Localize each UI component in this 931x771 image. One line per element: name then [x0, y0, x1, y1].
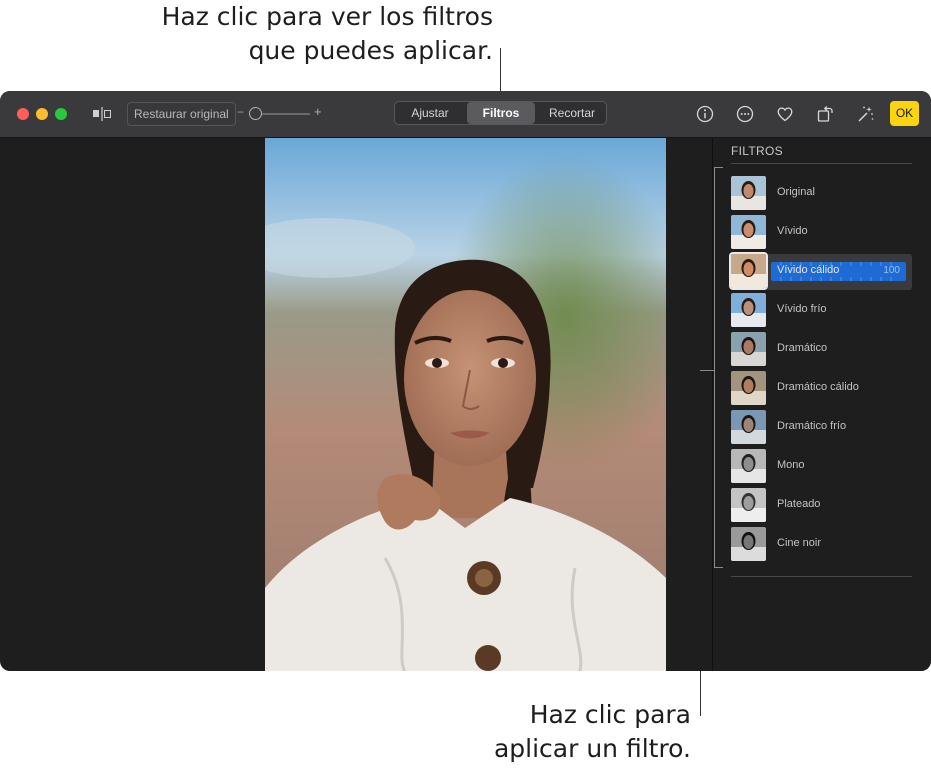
- filter-item-dramatico[interactable]: Dramático: [730, 332, 912, 368]
- photos-edit-window: Restaurar original − + Ajustar Filtros R…: [0, 91, 931, 671]
- heart-icon[interactable]: [775, 104, 795, 124]
- edit-mode-tabs: Ajustar Filtros Recortar: [394, 101, 607, 125]
- filter-thumbnail: [729, 252, 768, 290]
- filter-item-plateado[interactable]: Plateado: [730, 488, 912, 524]
- filter-item-original[interactable]: Original: [730, 176, 912, 212]
- filter-item-vivido-calido[interactable]: Vívido cálido 100: [729, 252, 912, 290]
- filter-label: Vívido: [777, 225, 808, 237]
- filter-thumbnail: [731, 488, 766, 522]
- close-window-button[interactable]: [17, 108, 29, 120]
- restore-original-button[interactable]: Restaurar original: [127, 102, 236, 126]
- filter-item-cine-noir[interactable]: Cine noir: [730, 527, 912, 563]
- filter-item-mono[interactable]: Mono: [730, 449, 912, 485]
- zoom-slider-knob[interactable]: [249, 107, 262, 120]
- callout-bottom-line2: aplicar un filtro.: [493, 734, 691, 763]
- filter-intensity-slider[interactable]: Vívido cálido 100: [771, 262, 906, 281]
- filter-label: Cine noir: [777, 537, 822, 549]
- filter-thumbnail: [731, 410, 766, 444]
- filter-thumbnail: [731, 215, 766, 249]
- filter-item-vivido-frio[interactable]: Vívido frío: [730, 293, 912, 329]
- filter-item-dramatico-frio[interactable]: Dramático frío: [730, 410, 912, 446]
- filter-thumbnail: [731, 371, 766, 405]
- filter-label: Dramático cálido: [777, 381, 859, 393]
- filters-bottom-rule: [731, 576, 912, 577]
- filter-list-bracket-bottom: [714, 567, 723, 568]
- filter-thumbnail: [731, 527, 766, 561]
- more-icon[interactable]: [735, 104, 755, 124]
- filter-intensity-value: 100: [883, 265, 900, 276]
- zoom-out-label: −: [237, 105, 245, 119]
- filter-thumbnail: [731, 176, 766, 210]
- filter-label: Vívido cálido: [777, 264, 840, 276]
- callout-filters-tab: Haz clic para ver los filtros que puedes…: [162, 0, 493, 68]
- filter-item-vivido[interactable]: Vívido: [730, 215, 912, 251]
- callout-top-line2: que puedes aplicar.: [248, 36, 493, 65]
- filter-item-dramatico-calido[interactable]: Dramático cálido: [730, 371, 912, 407]
- filters-title-rule: [731, 163, 912, 164]
- zoom-window-button[interactable]: [55, 108, 67, 120]
- filter-thumbnail: [731, 293, 766, 327]
- filter-label: Vívido frío: [777, 303, 827, 315]
- ok-button[interactable]: OK: [890, 101, 919, 126]
- info-icon[interactable]: [695, 104, 715, 124]
- filters-title: FILTROS: [731, 144, 783, 158]
- tab-ajustar[interactable]: Ajustar: [395, 102, 465, 124]
- callout-apply-filter: Haz clic para aplicar un filtro.: [494, 698, 691, 766]
- tab-recortar[interactable]: Recortar: [537, 102, 607, 124]
- callout-top-line1: Haz clic para ver los filtros: [161, 2, 493, 31]
- filter-thumbnail: [731, 449, 766, 483]
- minimize-window-button[interactable]: [36, 108, 48, 120]
- photo-preview: [265, 138, 666, 671]
- filter-label: Dramático frío: [777, 420, 847, 432]
- filter-list-bracket-top: [714, 167, 723, 168]
- filter-list-bracket-arm: [700, 370, 715, 371]
- filter-thumbnail: [731, 332, 766, 366]
- tab-filtros[interactable]: Filtros: [467, 102, 535, 124]
- filter-label: Mono: [777, 459, 805, 471]
- magic-wand-icon[interactable]: [855, 104, 875, 124]
- filter-label: Original: [777, 186, 815, 198]
- filter-list-bracket: [714, 167, 715, 567]
- compare-icon[interactable]: [92, 107, 112, 121]
- toolbar: Restaurar original − + Ajustar Filtros R…: [0, 91, 931, 138]
- callout-bottom-line1: Haz clic para: [529, 700, 691, 729]
- rotate-icon[interactable]: [815, 104, 835, 124]
- filter-label: Dramático: [777, 342, 828, 354]
- filter-label: Plateado: [777, 498, 821, 510]
- filters-sidebar: FILTROS Original Vívido Vívido cálido 10…: [713, 138, 931, 671]
- zoom-in-label: +: [314, 104, 322, 119]
